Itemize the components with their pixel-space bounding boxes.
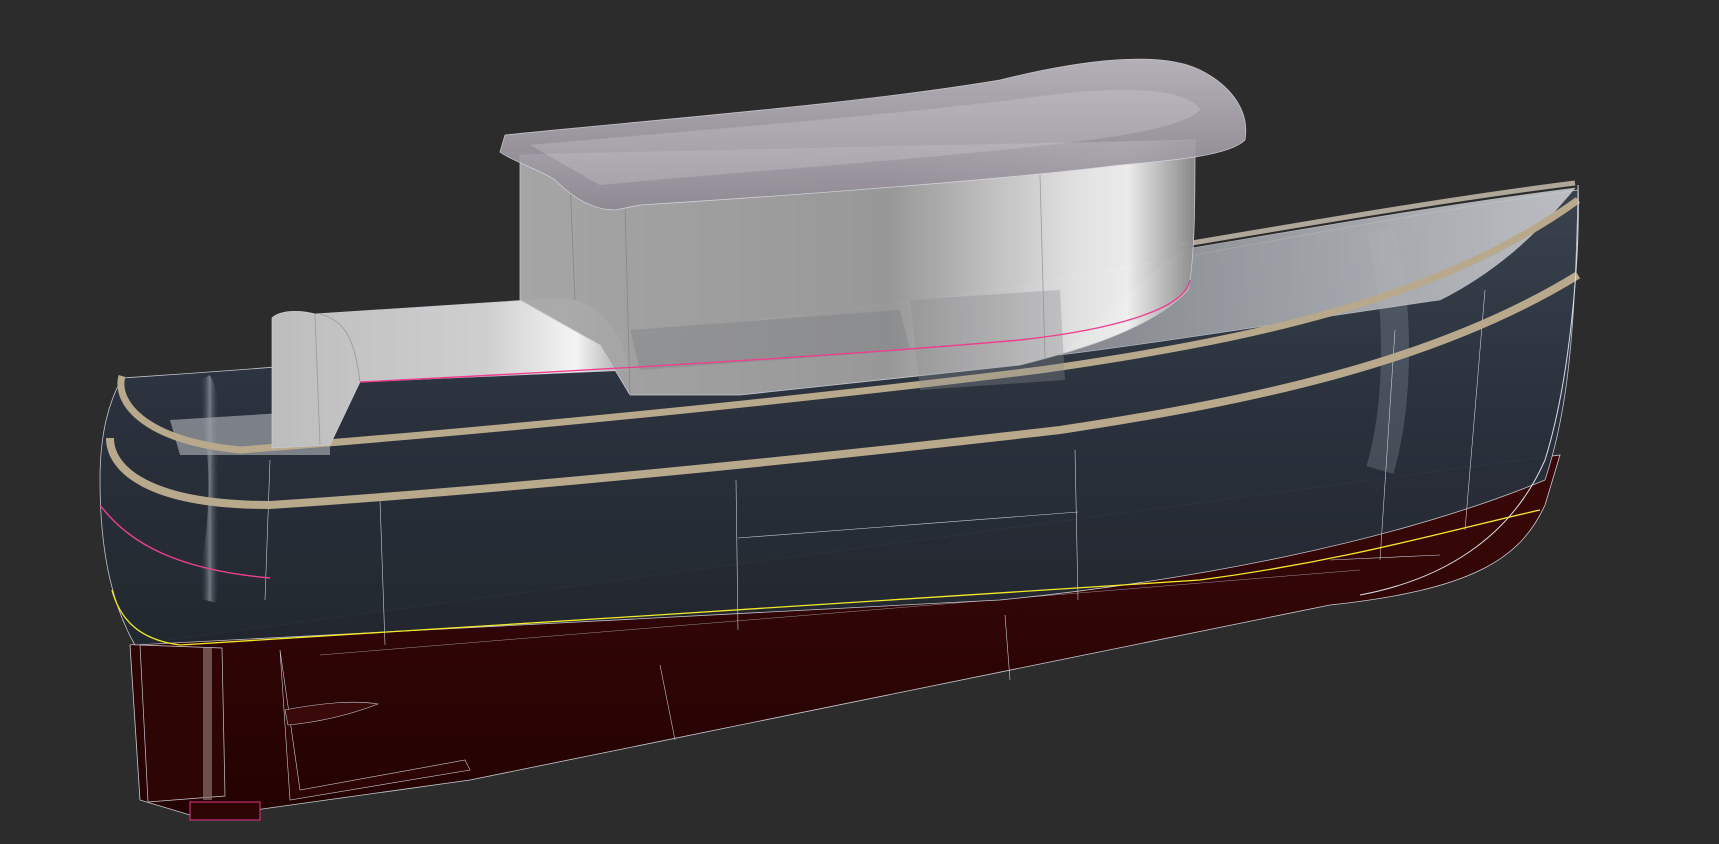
tugboat-model-render	[99, 58, 1581, 821]
3d-viewport[interactable]	[0, 0, 1719, 844]
